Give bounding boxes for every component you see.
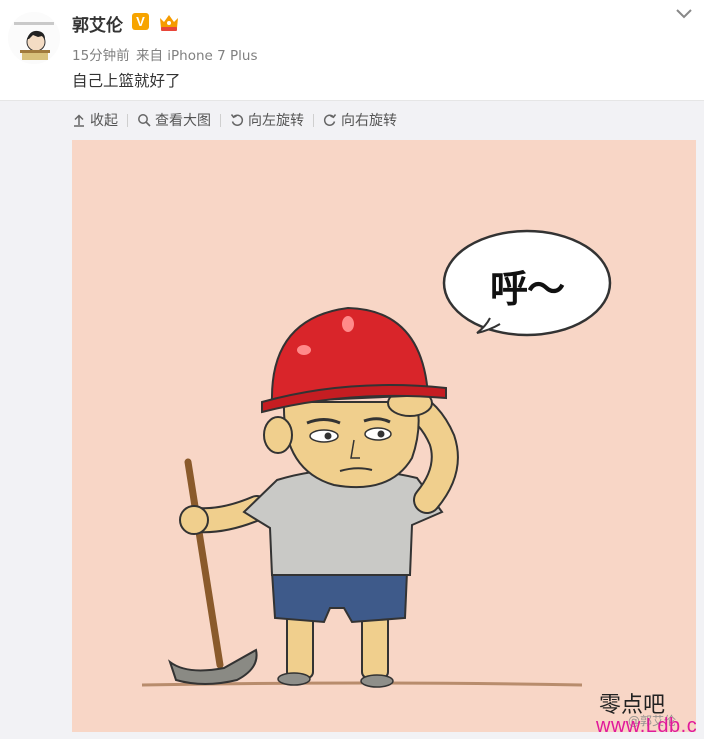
rotate-left-icon	[230, 114, 244, 126]
author-name[interactable]: 郭艾伦	[72, 11, 123, 36]
arrow-up-icon	[74, 114, 84, 127]
collapse-button[interactable]: 收起	[72, 110, 118, 130]
rotate-right-icon	[323, 114, 337, 126]
crown-icon[interactable]	[157, 12, 181, 32]
rotate-left-button[interactable]: 向左旋转	[230, 110, 304, 130]
speech-bubble-text: 呼～	[490, 267, 565, 311]
rotate-right-label: 向右旋转	[341, 113, 397, 129]
collapse-label: 收起	[90, 113, 118, 129]
toolbar-divider	[313, 113, 314, 127]
post-meta: 15分钟前 来自 iPhone 7 Plus	[72, 44, 258, 64]
verified-v-icon: V	[132, 13, 149, 30]
view-large-label: 查看大图	[155, 113, 211, 129]
post-image[interactable]: 呼～ 零点吧 @郭艾伦 www.Ldb.cc	[72, 140, 696, 732]
toolbar-divider	[220, 113, 221, 127]
watermark-url: www.Ldb.cc	[596, 715, 696, 732]
image-toolbar: 收起 查看大图 向左旋转 向右旋转	[72, 108, 397, 132]
post-source[interactable]: 来自 iPhone 7 Plus	[136, 48, 258, 64]
view-large-button[interactable]: 查看大图	[137, 110, 211, 130]
post-text: 自己上篮就好了	[72, 72, 181, 90]
post-header: 郭艾伦 V 15分钟前 来自 iPhone 7 Plus 自己上篮就好了	[0, 0, 704, 101]
rotate-right-button[interactable]: 向右旋转	[323, 110, 397, 130]
rotate-left-label: 向左旋转	[248, 113, 304, 129]
avatar[interactable]	[8, 12, 60, 64]
toolbar-divider	[127, 113, 128, 127]
chevron-down-icon[interactable]	[674, 6, 694, 20]
avatar-illustration	[8, 12, 60, 64]
cartoon-illustration	[72, 140, 696, 732]
search-icon	[138, 114, 151, 127]
post-time[interactable]: 15分钟前	[72, 48, 130, 64]
